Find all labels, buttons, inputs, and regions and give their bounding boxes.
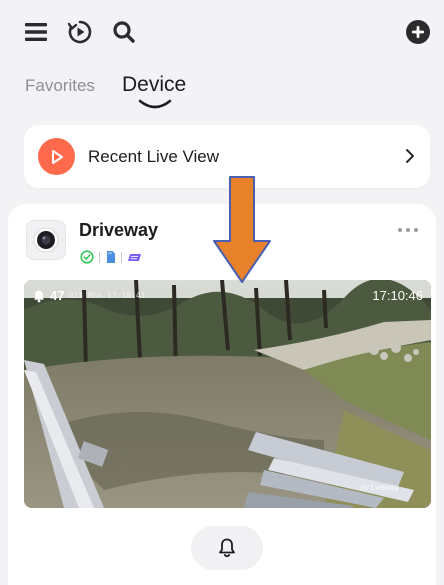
sd-card-icon	[107, 251, 115, 263]
device-status-row	[80, 249, 143, 265]
view-tabs: Favorites Device	[0, 70, 444, 116]
device-name[interactable]: Driveway	[79, 220, 158, 241]
active-tab-indicator	[138, 99, 172, 109]
tab-favorites[interactable]: Favorites	[25, 76, 95, 96]
camera-feed-image	[24, 280, 431, 508]
recent-live-view-label: Recent Live View	[88, 147, 220, 166]
online-check-icon	[80, 250, 94, 264]
osd-left: 47 023 Mon 17:10:41	[32, 288, 146, 303]
playback-icon[interactable]	[66, 18, 94, 46]
bell-alert-icon	[34, 290, 44, 302]
play-icon	[38, 138, 75, 175]
top-bar	[0, 0, 444, 64]
menu-icon[interactable]	[22, 18, 50, 46]
tab-device[interactable]: Device	[122, 73, 186, 97]
camera-name-watermark: driveway	[360, 483, 399, 492]
cloud-storage-icon	[128, 254, 141, 261]
live-time: 17:10:46	[372, 288, 423, 303]
chevron-right-icon	[406, 149, 414, 163]
annotation-arrow-icon	[213, 176, 271, 283]
alert-count: 47	[50, 288, 65, 303]
camera-timestamp-overlay: 023 Mon 17:10:41	[68, 291, 146, 300]
alerts-button[interactable]	[191, 526, 263, 570]
live-view-player[interactable]: 47 023 Mon 17:10:41 17:10:46 driveway	[24, 280, 431, 508]
bell-icon	[219, 538, 235, 558]
more-options-icon[interactable]	[396, 226, 420, 234]
status-divider	[121, 251, 122, 263]
search-icon[interactable]	[110, 18, 138, 46]
add-device-icon[interactable]	[404, 18, 432, 46]
status-divider	[99, 251, 100, 263]
camera-thumbnail-icon	[26, 220, 66, 260]
